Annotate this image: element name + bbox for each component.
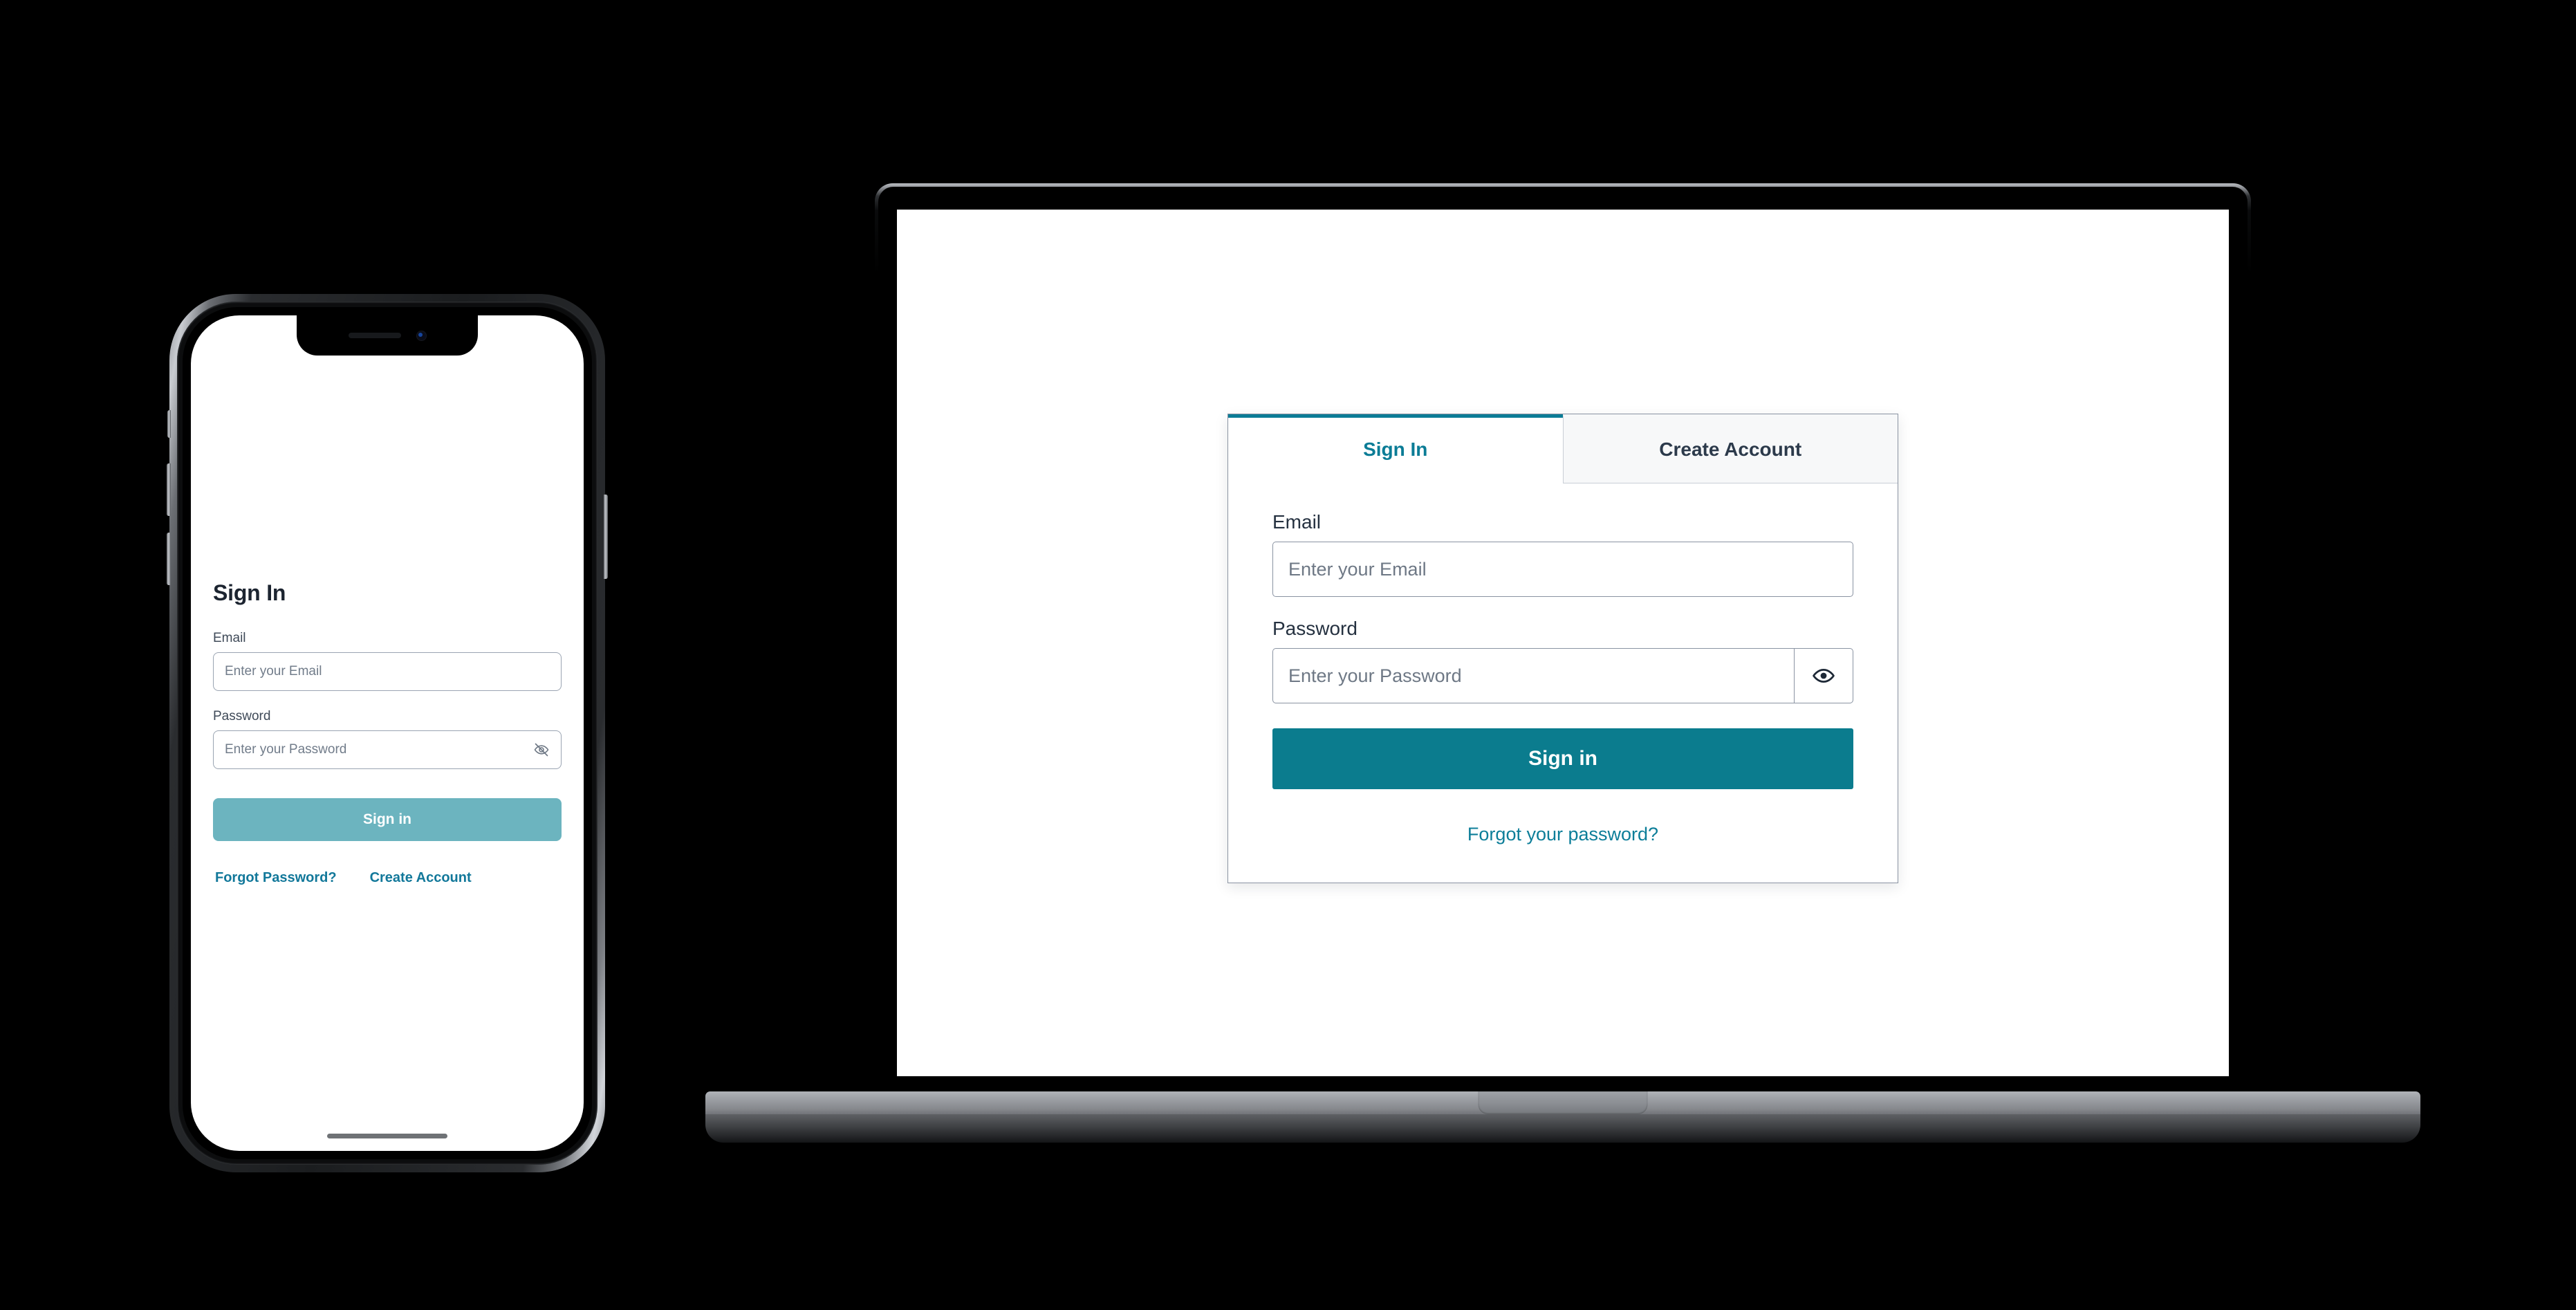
auth-tabs: Sign In Create Account xyxy=(1228,414,1898,483)
phone-email-placeholder: Enter your Email xyxy=(225,664,322,679)
phone-password-input[interactable]: Enter your Password xyxy=(213,730,562,769)
phone-mockup: Sign In Email Enter your Email Password … xyxy=(167,294,608,1172)
laptop-password-label: Password xyxy=(1272,618,1358,639)
auth-card-body: Email Enter your Email Password Enter yo… xyxy=(1228,483,1898,883)
laptop-page: Sign In Create Account Email Enter your … xyxy=(897,210,2229,1076)
auth-card: Sign In Create Account Email Enter your … xyxy=(1227,414,1898,883)
phone-page-title: Sign In xyxy=(213,580,286,605)
laptop-password-input[interactable]: Enter your Password xyxy=(1272,648,1794,703)
mockup-stage: Sign In Email Enter your Email Password … xyxy=(0,0,2576,1310)
tab-create-account[interactable]: Create Account xyxy=(1562,414,1898,483)
phone-forgot-password-link[interactable]: Forgot Password? xyxy=(215,870,337,886)
laptop-base xyxy=(705,1091,2420,1143)
phone-create-account-link[interactable]: Create Account xyxy=(370,870,472,886)
laptop-password-row: Enter your Password xyxy=(1272,648,1853,703)
phone-silent-switch[interactable] xyxy=(167,410,171,438)
phone-email-label: Email xyxy=(213,631,246,645)
laptop-password-placeholder: Enter your Password xyxy=(1288,665,1462,686)
laptop-email-input[interactable]: Enter your Email xyxy=(1272,542,1853,597)
tab-sign-in[interactable]: Sign In xyxy=(1228,414,1563,483)
phone-links: Forgot Password? Create Account xyxy=(213,870,562,886)
laptop-base-bottom xyxy=(705,1114,2420,1143)
phone-screen: Sign In Email Enter your Email Password … xyxy=(191,315,584,1151)
laptop-lid: Sign In Create Account Email Enter your … xyxy=(875,183,2251,1093)
eye-icon[interactable] xyxy=(1794,648,1853,703)
laptop-forgot-wrap: Forgot your password? xyxy=(1272,824,1853,845)
front-camera-icon xyxy=(416,330,427,341)
phone-email-input[interactable]: Enter your Email xyxy=(213,652,562,691)
laptop-email-placeholder: Enter your Email xyxy=(1288,558,1427,580)
phone-volume-down-button[interactable] xyxy=(167,533,171,585)
laptop-base-top xyxy=(705,1091,2420,1115)
laptop-screen: Sign In Create Account Email Enter your … xyxy=(897,210,2229,1076)
laptop-forgot-password-link[interactable]: Forgot your password? xyxy=(1467,824,1658,845)
home-indicator xyxy=(327,1134,447,1138)
phone-notch xyxy=(297,315,478,356)
laptop-base-notch xyxy=(1478,1091,1648,1114)
eye-off-icon[interactable] xyxy=(532,740,551,759)
phone-password-label: Password xyxy=(213,709,271,723)
phone-password-placeholder: Enter your Password xyxy=(225,742,347,757)
phone-signin-form: Sign In Email Enter your Email Password … xyxy=(191,315,584,1151)
laptop-signin-button[interactable]: Sign in xyxy=(1272,728,1853,789)
laptop-email-label: Email xyxy=(1272,511,1322,533)
laptop-mockup: Sign In Create Account Email Enter your … xyxy=(705,183,2420,1172)
phone-volume-up-button[interactable] xyxy=(167,463,171,516)
phone-power-button[interactable] xyxy=(604,495,608,579)
speaker-grille-icon xyxy=(348,333,401,338)
phone-signin-button[interactable]: Sign in xyxy=(213,798,562,841)
